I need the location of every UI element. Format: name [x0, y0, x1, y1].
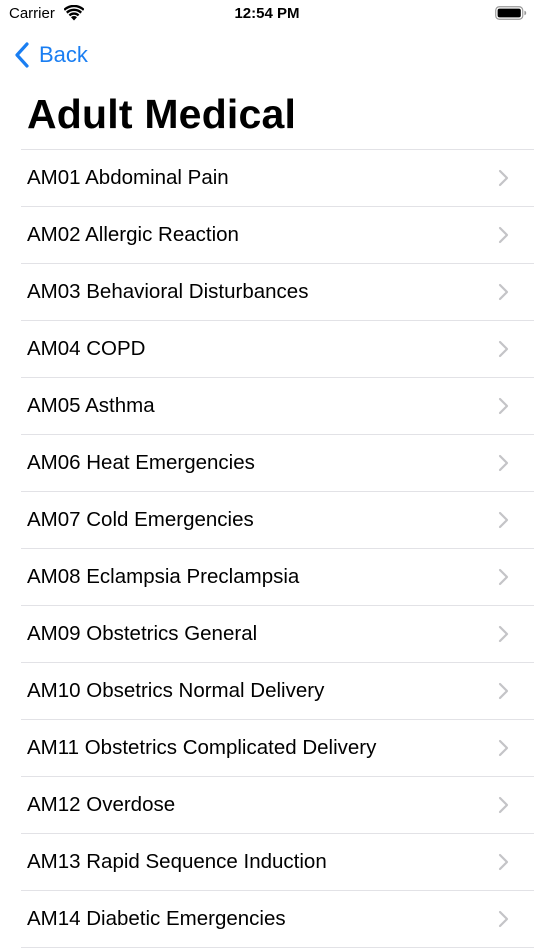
list-item[interactable]: AM06 Heat Emergencies [21, 435, 534, 492]
chevron-right-icon [498, 682, 509, 700]
list-item-label: AM01 Abdominal Pain [27, 166, 229, 189]
list-item-label: AM14 Diabetic Emergencies [27, 907, 286, 930]
chevron-right-icon [498, 568, 509, 586]
list-item[interactable]: AM08 Eclampsia Preclampsia [21, 549, 534, 606]
status-bar: Carrier 12:54 PM [0, 0, 534, 30]
chevron-left-icon [15, 42, 29, 68]
list-item-label: AM07 Cold Emergencies [27, 508, 254, 531]
protocol-list: AM01 Abdominal Pain AM02 Allergic Reacti… [21, 149, 534, 948]
list-item[interactable]: AM12 Overdose [21, 777, 534, 834]
list-item[interactable]: AM11 Obstetrics Complicated Delivery [21, 720, 534, 777]
list-item[interactable]: AM14 Diabetic Emergencies [21, 891, 534, 948]
chevron-right-icon [498, 796, 509, 814]
list-item-label: AM13 Rapid Sequence Induction [27, 850, 327, 873]
list-item-label: AM02 Allergic Reaction [27, 223, 239, 246]
page-title: Adult Medical [27, 91, 297, 137]
chevron-right-icon [498, 226, 509, 244]
chevron-right-icon [498, 283, 509, 301]
list-item-label: AM10 Obsetrics Normal Delivery [27, 679, 325, 702]
list-item[interactable]: AM09 Obstetrics General [21, 606, 534, 663]
chevron-right-icon [498, 625, 509, 643]
back-button-label: Back [39, 42, 88, 67]
chevron-right-icon [498, 169, 509, 187]
status-time: 12:54 PM [234, 5, 300, 22]
chevron-right-icon [498, 511, 509, 529]
chevron-right-icon [498, 340, 509, 358]
chevron-right-icon [498, 397, 509, 415]
list-item[interactable]: AM07 Cold Emergencies [21, 492, 534, 549]
list-item[interactable]: AM05 Asthma [21, 378, 534, 435]
list-item[interactable]: AM03 Behavioral Disturbances [21, 264, 534, 321]
list-item[interactable]: AM10 Obsetrics Normal Delivery [21, 663, 534, 720]
list-item-label: AM05 Asthma [27, 394, 155, 417]
back-button[interactable]: Back [14, 38, 88, 72]
list-item-label: AM12 Overdose [27, 793, 176, 816]
list-item-label: AM11 Obstetrics Complicated Delivery [27, 736, 377, 759]
list-item-label: AM08 Eclampsia Preclampsia [27, 565, 300, 588]
list-item-label: AM03 Behavioral Disturbances [27, 280, 309, 303]
list-item[interactable]: AM01 Abdominal Pain [21, 150, 534, 207]
navigation-bar: Back [0, 34, 534, 76]
list-item-label: AM09 Obstetrics General [27, 622, 258, 645]
battery-icon [495, 6, 527, 20]
list-item-label: AM04 COPD [27, 337, 146, 360]
list-item[interactable]: AM02 Allergic Reaction [21, 207, 534, 264]
chevron-right-icon [498, 454, 509, 472]
list-item[interactable]: AM04 COPD [21, 321, 534, 378]
list-item-label: AM06 Heat Emergencies [27, 451, 255, 474]
chevron-right-icon [498, 739, 509, 757]
list-item[interactable]: AM13 Rapid Sequence Induction [21, 834, 534, 891]
chevron-right-icon [498, 853, 509, 871]
chevron-right-icon [498, 910, 509, 928]
